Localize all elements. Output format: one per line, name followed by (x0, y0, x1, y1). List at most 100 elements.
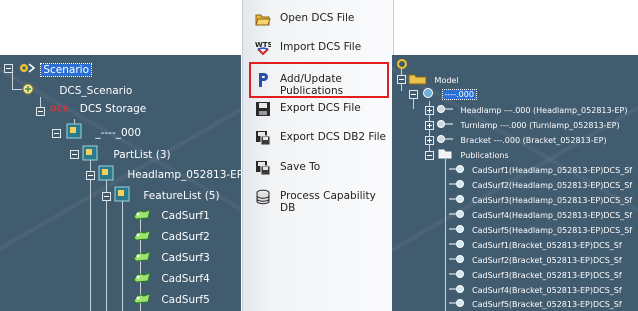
save-disk-icon (255, 101, 271, 117)
tree-node-featurelist[interactable]: FeatureList (5) (114, 186, 220, 205)
menu-item-import-dcs-file[interactable]: WTS Import DCS File (243, 34, 393, 62)
menu-item-export-dcs-db2-file[interactable]: Export DCS DB2 File (243, 124, 393, 152)
context-menu: Open DCS File WTS Import DCS File Add/Up… (242, 0, 394, 311)
collapse-toggle[interactable] (36, 107, 45, 116)
dcs-scenario-icon (20, 81, 40, 100)
product-icon (422, 87, 434, 101)
tree-node-cadsurf2[interactable]: CadSurf2 (132, 228, 210, 245)
tree-node-publication[interactable]: CadSurf5(Headlamp_052813-EP)DCS_Sf (448, 224, 632, 236)
database-icon (255, 189, 271, 205)
collapse-toggle[interactable] (409, 90, 418, 99)
tree-node-publication[interactable]: CadSurf1(Bracket_052813-EP)DCS_Sf (448, 239, 622, 251)
product-icon (66, 123, 82, 142)
expand-toggle[interactable] (425, 121, 434, 130)
expand-toggle[interactable] (425, 106, 434, 115)
tree-node-right-root[interactable]: ----.000 (422, 87, 477, 101)
publication-label: CadSurf3(Headlamp_052813-EP)DCS_Sf (472, 195, 633, 205)
model-icon (408, 73, 428, 87)
dcs-storage-label: DCS Storage (79, 103, 147, 115)
export-dcs-db2-file-label: Export DCS DB2 File (280, 131, 387, 143)
publication-icon (448, 209, 468, 221)
gear-product-icon (436, 104, 456, 116)
publications-label: Publications (460, 150, 509, 160)
menu-item-export-dcs-file[interactable]: Export DCS File (243, 95, 393, 123)
menu-item-save-to[interactable]: Save To (243, 154, 393, 182)
folder-icon (438, 149, 452, 161)
partlist-icon (82, 145, 98, 164)
collapse-toggle[interactable] (397, 75, 406, 84)
menu-item-open-dcs-file[interactable]: Open DCS File (243, 5, 393, 33)
tree-node-headlamp[interactable]: Headlamp_052813-EP (98, 165, 241, 184)
featurelist-icon (114, 186, 130, 205)
collapse-toggle[interactable] (52, 129, 61, 138)
publication-icon (448, 269, 468, 281)
featurelist-label: FeatureList (5) (143, 189, 220, 202)
publication-label: CadSurf5(Bracket_052813-EP)DCS_Sf (472, 299, 622, 309)
tree-node-bracket-product[interactable]: Bracket ---.000 (Bracket_052813-EP) (436, 134, 607, 146)
tree-line (445, 159, 446, 311)
tree-node-publication[interactable]: CadSurf2(Bracket_052813-EP)DCS_Sf (448, 254, 622, 266)
dcs-scenario-label: DCS_Scenario (59, 84, 133, 97)
tree-node-publication[interactable]: CadSurf3(Bracket_052813-EP)DCS_Sf (448, 269, 622, 281)
tree-node-model[interactable]: Model (408, 73, 459, 87)
gear-product-icon (436, 119, 456, 131)
publication-icon (448, 179, 468, 191)
tree-node-publication[interactable]: CadSurf1(Headlamp_052813-EP)DCS_Sf (448, 164, 632, 176)
tree-node-cadsurf3[interactable]: CadSurf3 (132, 249, 210, 266)
tree-node-cadsurf1[interactable]: CadSurf1 (132, 207, 210, 224)
publication-label: CadSurf1(Headlamp_052813-EP)DCS_Sf (472, 165, 633, 175)
menu-item-process-capability-db[interactable]: Process Capability DB (243, 183, 393, 214)
cadsurf1-label: CadSurf1 (161, 209, 210, 222)
part-icon (98, 165, 114, 184)
tree-node-dcs-scenario[interactable]: DCS_Scenario (20, 81, 132, 100)
tree-node-publication[interactable]: CadSurf2(Headlamp_052813-EP)DCS_Sf (448, 179, 632, 191)
partlist-label: PartList (3) (113, 148, 171, 161)
scenario-label: Scenario (40, 62, 92, 77)
collapse-toggle[interactable] (70, 150, 79, 159)
open-dcs-file-label: Open DCS File (280, 12, 355, 24)
menu-item-add-update-publications[interactable]: Add/Update Publications (249, 62, 389, 98)
tree-node-turnlamp-product[interactable]: Turnlamp ---.000 (Turnlamp_052813-EP) (436, 119, 620, 131)
collapse-toggle[interactable] (86, 171, 95, 180)
headlamp-label: Headlamp_052813-EP (127, 168, 241, 181)
publication-label: CadSurf3(Bracket_052813-EP)DCS_Sf (472, 270, 622, 280)
publication-label: CadSurf1(Bracket_052813-EP)DCS_Sf (472, 240, 622, 250)
tree-node-publication[interactable]: CadSurf4(Headlamp_052813-EP)DCS_Sf (448, 209, 632, 221)
tree-node-publication[interactable]: CadSurf4(Bracket_052813-EP)DCS_Sf (448, 284, 622, 296)
right-root-label: ----.000 (441, 88, 477, 100)
headlamp-product-label: Headlamp ---.000 (Headlamp_052813-EP) (460, 105, 628, 115)
model-label: Model (434, 75, 459, 85)
cadsurf-icon (132, 249, 152, 266)
tree-node-root-circle (395, 57, 409, 73)
folder-open-icon (255, 11, 271, 27)
publication-label: CadSurf4(Bracket_052813-EP)DCS_Sf (472, 285, 622, 295)
tree-node-headlamp-product[interactable]: Headlamp ---.000 (Headlamp_052813-EP) (436, 104, 627, 116)
scenario-icon (18, 60, 38, 79)
tree-node-publications[interactable]: Publications (438, 149, 509, 161)
publication-label: CadSurf5(Headlamp_052813-EP)DCS_Sf (472, 225, 633, 235)
cadsurf-icon (132, 270, 152, 287)
tree-node-cadsurf4[interactable]: CadSurf4 (132, 270, 210, 287)
publication-label: CadSurf4(Headlamp_052813-EP)DCS_Sf (472, 210, 633, 220)
publication-icon (448, 298, 468, 310)
gear-product-icon (436, 134, 456, 146)
tree-node-publication[interactable]: CadSurf5(Bracket_052813-EP)DCS_Sf (448, 298, 622, 310)
collapse-toggle[interactable] (425, 151, 434, 160)
collapse-toggle[interactable] (4, 64, 13, 73)
import-icon: WTS (255, 40, 273, 56)
tree-node-root-item[interactable]: _----_000 (66, 123, 141, 142)
right-specification-tree: Model ----.000 Headlamp ---.000 (Headlam… (392, 55, 638, 311)
publication-icon (448, 194, 468, 206)
cadsurf3-label: CadSurf3 (161, 251, 210, 264)
tree-node-publication[interactable]: CadSurf3(Headlamp_052813-EP)DCS_Sf (448, 194, 632, 206)
tree-node-cadsurf5[interactable]: CadSurf5 (132, 291, 210, 308)
publication-icon (448, 239, 468, 251)
tree-node-scenario[interactable]: Scenario (18, 60, 92, 79)
collapse-toggle[interactable] (102, 192, 111, 201)
publication-label: CadSurf2(Bracket_052813-EP)DCS_Sf (472, 255, 622, 265)
tree-node-dcs-storage[interactable]: DCS DCS Storage (50, 103, 146, 115)
publication-icon (448, 254, 468, 266)
tree-node-partlist[interactable]: PartList (3) (82, 145, 171, 164)
expand-toggle[interactable] (425, 136, 434, 145)
cadsurf-icon (132, 228, 152, 245)
